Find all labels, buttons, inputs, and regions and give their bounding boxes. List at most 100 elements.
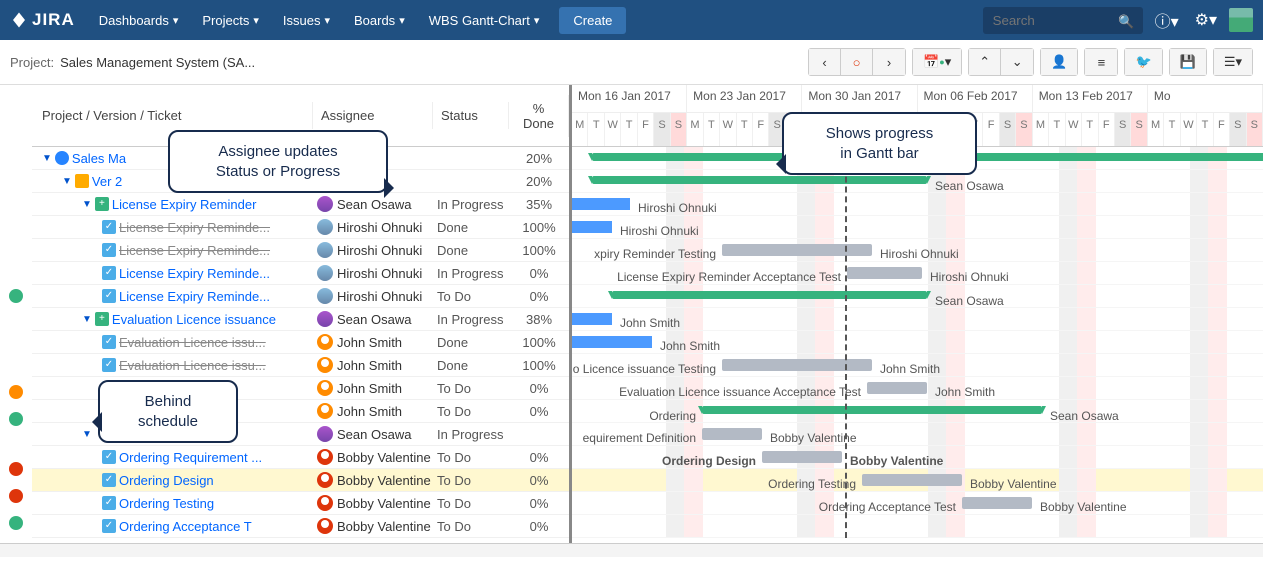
gantt-bar[interactable]: Sean Osawa [612,291,927,299]
help-icon[interactable]: ⓘ▾ [1151,4,1183,36]
grid-row[interactable]: ▼+Evaluation Licence issuanceSean OsawaI… [32,308,569,331]
task-title[interactable]: License Expiry Reminde... [119,289,270,304]
nav-today-button[interactable]: ○ [841,49,873,75]
gantt-row[interactable]: John Smitho Licence issuance Testing [572,354,1263,377]
user-avatar[interactable] [1229,8,1253,32]
horizontal-scrollbar[interactable] [0,543,1263,557]
gantt-bar[interactable]: Hiroshi OhnukiLicense Expiry Reminder Ac… [847,267,922,279]
task-title[interactable]: License Expiry Reminder [112,197,257,212]
search-icon[interactable]: 🔍 [1118,14,1134,30]
gantt-bar[interactable]: Bobby Valentineequirement Definition [702,428,762,440]
nav-next-button[interactable]: › [873,49,905,75]
callout-progress: Shows progressin Gantt bar [782,112,977,175]
expand-button[interactable]: ⌄ [1001,49,1033,75]
grid-row[interactable]: ✓License Expiry Reminde...Hiroshi Ohnuki… [32,262,569,285]
expand-icon[interactable]: ▼ [42,153,52,164]
expand-icon[interactable]: ▼ [62,176,72,187]
expand-icon[interactable]: ▼ [82,199,92,210]
grid-row[interactable]: ✓License Expiry Reminde...Hiroshi Ohnuki… [32,216,569,239]
task-title[interactable]: Ordering Requirement ... [119,450,262,465]
project-name[interactable]: Sales Management System (SA... [60,55,255,70]
gantt-row[interactable] [572,515,1263,538]
task-title[interactable]: Ordering Design [119,473,214,488]
gantt-row[interactable]: Hiroshi Ohnukixpiry Reminder Testing [572,239,1263,262]
gantt-bar[interactable]: Bobby ValentineOrdering Design [762,451,842,463]
bar-label-left: equirement Definition [583,431,696,445]
grid-row[interactable]: ✓Ordering Acceptance TBobby ValentineTo … [32,515,569,538]
grid-row[interactable]: ✓License Expiry Reminde...Hiroshi Ohnuki… [32,285,569,308]
gantt-bar[interactable]: Sean OsawaOrdering [702,406,1042,414]
gantt-bar[interactable]: Hiroshi Ohnukixpiry Reminder Testing [722,244,872,256]
done-cell: 0% [509,265,569,282]
day-cell: T [621,113,637,146]
gantt-bar[interactable]: Bobby ValentineOrdering Testing [862,474,962,486]
gantt-bar[interactable]: Sean Osawa [592,176,927,184]
collapse-button[interactable]: ⌃ [969,49,1001,75]
day-cell: M [1148,113,1164,146]
gantt-row[interactable]: John Smithe Design [572,331,1263,354]
gantt-row[interactable]: Bobby Valentineequirement Definition [572,423,1263,446]
assignee-avatar [317,311,333,327]
task-title[interactable]: Ver 2 [92,174,122,189]
col-status[interactable]: Status [433,102,509,129]
gantt-bar[interactable]: John SmithEvaluation Licence issuance Ac… [867,382,927,394]
bird-icon[interactable]: 🐦 [1125,49,1161,75]
bar-label-right: Hiroshi Ohnuki [930,270,1009,284]
grid-row[interactable]: ✓License Expiry Reminde...Hiroshi Ohnuki… [32,239,569,262]
done-cell: 0% [509,403,569,420]
nav-projects[interactable]: Projects▾ [192,7,269,34]
task-title[interactable]: License Expiry Reminde... [119,243,270,258]
task-title[interactable]: Sales Ma [72,151,126,166]
gantt-body[interactable]: Sean OsawaHiroshi OhnukiHiroshi Ohnukies… [572,147,1263,538]
nav-boards[interactable]: Boards▾ [344,7,415,34]
gantt-row[interactable]: John Smithon [572,308,1263,331]
gantt-row[interactable]: Bobby ValentineOrdering Testing [572,469,1263,492]
task-icon: ✓ [102,496,116,510]
gantt-row[interactable]: Sean Osawa [572,285,1263,308]
grid-row[interactable]: ✓Evaluation Licence issu...John SmithDon… [32,331,569,354]
gantt-bar[interactable]: John Smitho Licence issuance Testing [722,359,872,371]
grid-row[interactable]: ✓Ordering TestingBobby ValentineTo Do0% [32,492,569,515]
gantt-row[interactable]: John SmithEvaluation Licence issuance Ac… [572,377,1263,400]
gantt-bar[interactable]: Hiroshi Ohnuki [572,198,630,210]
col-name[interactable]: Project / Version / Ticket [32,102,313,129]
nav-prev-button[interactable]: ‹ [809,49,841,75]
menu-button[interactable]: ☰▾ [1214,49,1252,75]
gantt-row[interactable]: Bobby ValentineOrdering Acceptance Test [572,492,1263,515]
jira-logo[interactable]: JIRA [10,10,75,30]
nav-wbs-gantt[interactable]: WBS Gantt-Chart▾ [419,7,550,34]
gantt-bar[interactable]: John Smithon [572,313,612,325]
gantt-row[interactable]: Hiroshi OhnukiLicense Expiry Reminder Ac… [572,262,1263,285]
grid-row[interactable]: ✓Ordering Requirement ...Bobby Valentine… [32,446,569,469]
baseline-button[interactable]: ≡ [1085,49,1117,75]
assignee-avatar [317,426,333,442]
gantt-row[interactable]: Sean OsawaOrdering [572,400,1263,423]
col-assignee[interactable]: Assignee [313,102,433,129]
task-title[interactable]: Ordering Acceptance T [119,519,252,534]
settings-icon[interactable]: ⚙▾ [1191,6,1221,34]
gantt-bar[interactable]: John Smithe Design [572,336,652,348]
task-title[interactable]: License Expiry Reminde... [119,220,270,235]
zoom-button[interactable]: 📅●▾ [913,49,961,75]
task-title[interactable]: Evaluation Licence issuance [112,312,276,327]
gantt-row[interactable]: Hiroshi Ohnukiesign [572,216,1263,239]
nav-dashboards[interactable]: Dashboards▾ [89,7,189,34]
grid-row[interactable]: ✓Ordering DesignBobby ValentineTo Do0% [32,469,569,492]
gantt-bar[interactable]: Bobby ValentineOrdering Acceptance Test [962,497,1032,509]
col-done[interactable]: % Done [509,95,569,137]
task-title[interactable]: Ordering Testing [119,496,214,511]
create-button[interactable]: Create [559,7,626,34]
grid-row[interactable]: ▼+License Expiry ReminderSean OsawaIn Pr… [32,193,569,216]
grid-row[interactable]: ✓Evaluation Licence issu...John SmithDon… [32,354,569,377]
gantt-bar[interactable]: Hiroshi Ohnukiesign [572,221,612,233]
task-title[interactable]: License Expiry Reminde... [119,266,270,281]
task-title[interactable]: Evaluation Licence issu... [119,335,266,350]
expand-icon[interactable]: ▼ [82,314,92,325]
filter-button[interactable]: 👤 [1041,49,1077,75]
gantt-row[interactable]: Bobby ValentineOrdering Design [572,446,1263,469]
day-cell: M [687,113,703,146]
nav-issues[interactable]: Issues▾ [273,7,340,34]
task-title[interactable]: Evaluation Licence issu... [119,358,266,373]
gantt-row[interactable]: Hiroshi Ohnuki [572,193,1263,216]
save-button[interactable]: 💾 [1170,49,1206,75]
